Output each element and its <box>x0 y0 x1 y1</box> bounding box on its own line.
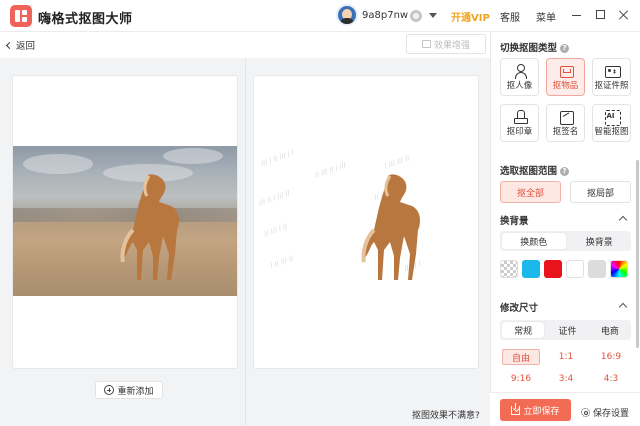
save-settings-label: 保存设置 <box>593 409 630 419</box>
id-card-icon <box>604 64 621 78</box>
ratio-1-1[interactable]: 1:1 <box>547 349 585 365</box>
app-logo-icon <box>10 5 32 27</box>
minimize-icon[interactable] <box>572 15 581 16</box>
save-now-button[interactable]: 立即保存 <box>500 399 571 421</box>
sidebar-scrollbar[interactable] <box>636 160 639 348</box>
gear-icon <box>581 408 590 417</box>
tab-id[interactable]: 证件 <box>546 320 588 340</box>
type-id-photo-button[interactable]: 抠证件照 <box>592 58 631 96</box>
vip-level-badge-icon <box>410 10 422 22</box>
swatch-white[interactable] <box>566 260 584 278</box>
horse-original <box>120 174 179 280</box>
chevron-left-icon <box>5 41 14 50</box>
tab-ecommerce[interactable]: 电商 <box>589 320 631 340</box>
resize-heading: 修改尺寸 <box>500 303 539 314</box>
maximize-icon[interactable] <box>596 10 605 19</box>
cutout-type-heading: 切换抠图类型? <box>500 40 570 54</box>
title-bar: 嗨格式抠图大师 9a8p7nw 开通VIP 客服 菜单 <box>0 0 640 32</box>
type-signature-button[interactable]: 抠签名 <box>546 104 585 142</box>
swatch-blue[interactable] <box>522 260 540 278</box>
download-icon <box>511 402 521 415</box>
ai-icon <box>604 110 621 126</box>
ratio-16-9[interactable]: 16:9 <box>592 349 630 365</box>
username[interactable]: 9a8p7nw <box>362 10 408 21</box>
open-vip-button[interactable]: 开通VIP <box>451 9 490 24</box>
tab-change-background[interactable]: 换背景 <box>568 231 632 251</box>
type-object-button[interactable]: 抠物品 <box>546 58 585 96</box>
type-person-button[interactable]: 抠人像 <box>500 58 539 96</box>
original-photo <box>13 146 237 296</box>
work-area: /// / // /// / / // /// // / /// / /// /… <box>0 58 490 426</box>
original-image-panel <box>12 75 238 369</box>
type-label: 抠物品 <box>552 81 579 91</box>
back-button[interactable]: 返回 <box>5 38 36 52</box>
user-avatar[interactable] <box>336 4 358 26</box>
cutout-type-title: 切换抠图类型 <box>500 43 558 54</box>
cutout-result: /// / // /// / / // /// // / /// / /// /… <box>254 146 478 296</box>
type-label: 智能抠图 <box>594 127 629 137</box>
canvas-divider <box>245 58 246 426</box>
save-settings-button[interactable]: 保存设置 <box>581 406 629 419</box>
ratio-free[interactable]: 自由 <box>502 349 540 365</box>
enhance-label: 效果增强 <box>433 40 470 51</box>
type-label: 抠人像 <box>506 81 533 91</box>
cutout-range-title: 选取抠图范围 <box>500 166 558 177</box>
menu-button[interactable]: 菜单 <box>536 9 556 24</box>
help-icon[interactable]: ? <box>560 44 570 53</box>
close-icon[interactable] <box>618 9 630 21</box>
re-add-image-button[interactable]: 重新添加 <box>95 381 163 399</box>
tab-regular[interactable]: 常规 <box>502 322 545 338</box>
signature-icon <box>559 110 574 125</box>
box-icon <box>559 64 574 78</box>
settings-sidebar: 切换抠图类型? 抠人像 抠物品 抠证件照 抠印章 抠签名 智能抠图 选取抠图范围… <box>490 32 640 426</box>
ratio-9-16[interactable]: 9:16 <box>502 371 540 387</box>
range-partial-button[interactable]: 抠局部 <box>570 181 631 203</box>
ratio-3-4[interactable]: 3:4 <box>547 371 585 387</box>
enhance-icon <box>421 40 431 48</box>
unsatisfied-feedback-link[interactable]: 抠图效果不满意? <box>412 408 480 421</box>
horse-cutout <box>361 174 420 280</box>
help-icon[interactable]: ? <box>560 167 570 176</box>
customer-service-button[interactable]: 客服 <box>500 9 520 24</box>
type-label: 抠签名 <box>552 127 579 137</box>
type-label: 抠印章 <box>506 127 533 137</box>
resize-collapse-chevron-up-icon[interactable] <box>618 302 628 312</box>
account-dropdown-chevron-down-icon[interactable] <box>429 13 437 18</box>
swatch-custom-color[interactable] <box>610 260 628 278</box>
type-stamp-button[interactable]: 抠印章 <box>500 104 539 142</box>
re-add-label: 重新添加 <box>117 386 154 397</box>
tab-change-color[interactable]: 换颜色 <box>502 233 566 249</box>
size-category-tabs: 常规 证件 电商 <box>500 320 631 340</box>
stamp-icon <box>513 110 528 124</box>
cutout-range-heading: 选取抠图范围? <box>500 163 570 177</box>
background-collapse-chevron-up-icon[interactable] <box>618 215 628 225</box>
background-heading: 换背景 <box>500 216 529 227</box>
save-footer: 立即保存 保存设置 <box>490 392 640 426</box>
swatch-red[interactable] <box>544 260 562 278</box>
plus-circle-icon <box>104 385 115 395</box>
back-label: 返回 <box>16 41 36 52</box>
type-smart-button[interactable]: 智能抠图 <box>592 104 631 142</box>
save-now-label: 立即保存 <box>523 406 560 417</box>
type-label: 抠证件照 <box>594 81 629 91</box>
range-all-button[interactable]: 抠全部 <box>500 181 561 203</box>
swatch-gray[interactable] <box>588 260 606 278</box>
swatch-transparent[interactable] <box>500 260 518 278</box>
background-mode-tabs: 换颜色 换背景 <box>500 231 631 251</box>
enhance-effect-button[interactable]: 效果增强 <box>406 34 486 54</box>
app-title: 嗨格式抠图大师 <box>38 12 133 27</box>
editor-toolbar: 返回 效果增强 <box>0 32 490 58</box>
person-icon <box>513 64 527 79</box>
ratio-4-3[interactable]: 4:3 <box>592 371 630 387</box>
result-image-panel: /// / // /// / / // /// // / /// / /// /… <box>253 75 479 369</box>
